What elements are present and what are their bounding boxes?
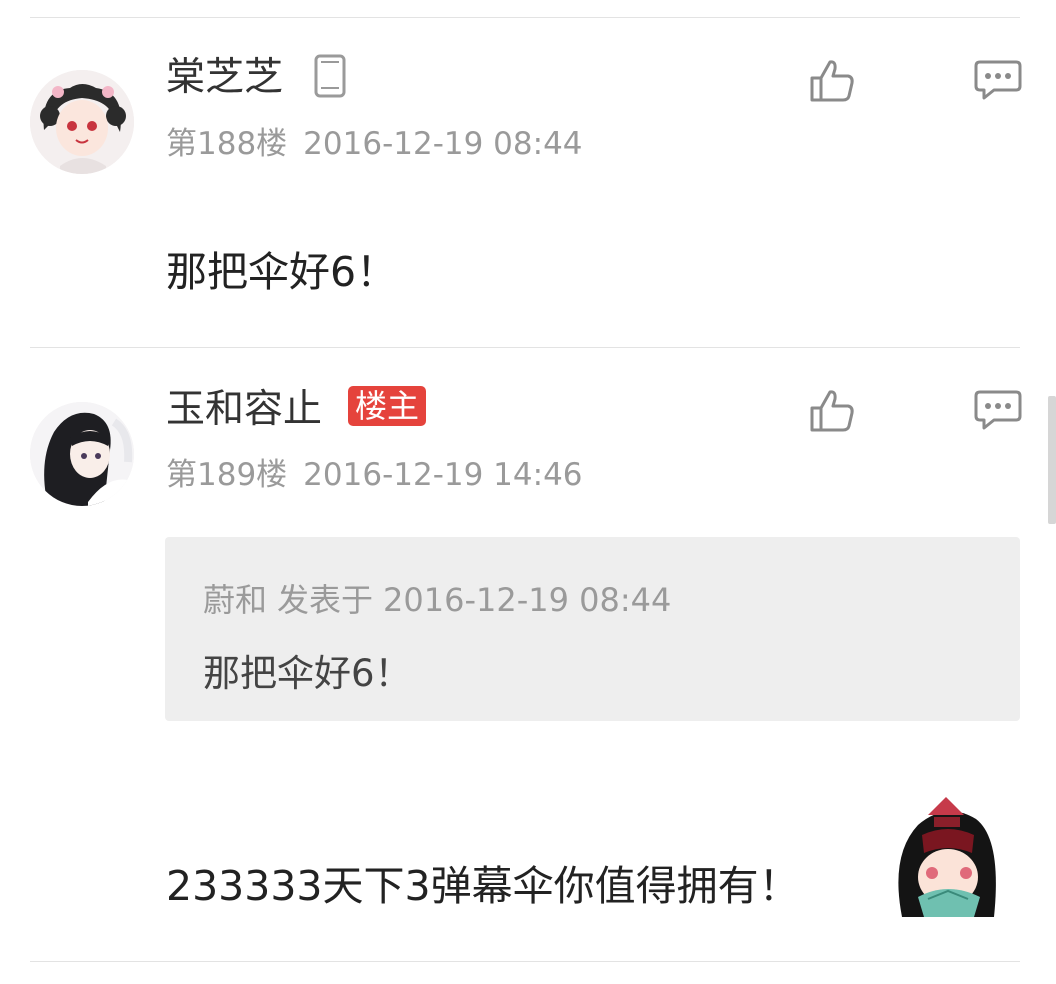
comment-divider	[30, 961, 1020, 962]
post-meta: 第188楼 2016-12-19 08:44	[166, 129, 583, 160]
sticker-emoji	[888, 795, 1006, 917]
quote-meta: 蔚和 发表于 2016-12-19 08:44	[203, 584, 671, 616]
quoted-comment[interactable]: 蔚和 发表于 2016-12-19 08:44 那把伞好6！	[165, 537, 1020, 721]
avatar[interactable]	[30, 402, 134, 506]
post-time: 2016-12-19 14:46	[303, 457, 583, 493]
thumbs-up-icon[interactable]	[808, 386, 856, 434]
quote-action: 发表于	[277, 581, 374, 619]
comment-icon[interactable]	[974, 386, 1022, 434]
username[interactable]: 棠芝芝	[166, 58, 283, 97]
post-time: 2016-12-19 08:44	[303, 126, 583, 162]
avatar[interactable]	[30, 70, 134, 174]
comment-content: 那把伞好6！	[166, 248, 398, 296]
comment-content: 233333天下3弹幕伞你值得拥有！	[166, 862, 800, 910]
comment-divider	[30, 347, 1020, 348]
top-divider	[30, 17, 1020, 18]
quote-content: 那把伞好6！	[203, 652, 412, 695]
quote-author: 蔚和	[203, 581, 268, 619]
username[interactable]: 玉和容止	[166, 390, 322, 429]
thumbs-up-icon[interactable]	[808, 56, 856, 104]
post-meta: 第189楼 2016-12-19 14:46	[166, 460, 583, 491]
phone-icon	[314, 54, 346, 98]
comment-list: 棠芝芝 第188楼 2016-12-19 08:44 那把伞好6！ 玉和容止 楼…	[0, 0, 1056, 984]
floor-number: 第188楼	[166, 126, 288, 162]
author-badge: 楼主	[348, 386, 427, 426]
quote-time: 2016-12-19 08:44	[383, 581, 672, 619]
floor-number: 第189楼	[166, 457, 288, 493]
scrollbar[interactable]	[1048, 396, 1056, 524]
comment-icon[interactable]	[974, 56, 1022, 104]
